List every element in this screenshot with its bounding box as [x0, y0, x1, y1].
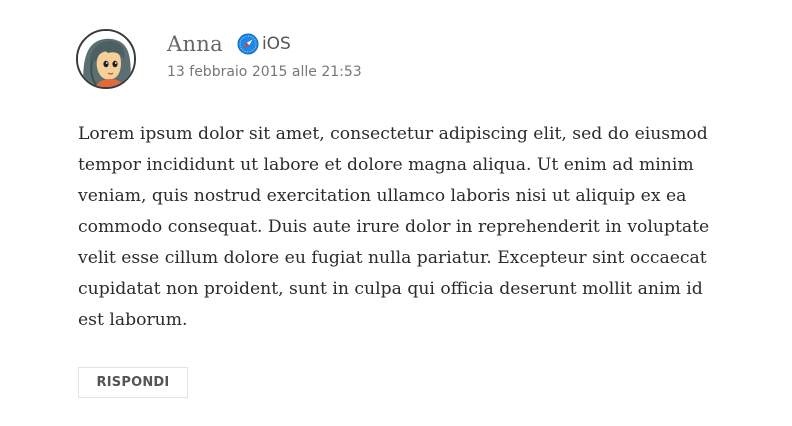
author-line: Anna iOS: [167, 30, 362, 58]
platform-badge: iOS: [237, 33, 291, 55]
comment-meta: Anna iOS 13 febbraio 2015 alle 21:53: [167, 30, 362, 80]
comment-body: Lorem ipsum dolor sit amet, consectetur …: [78, 124, 710, 330]
platform-label: iOS: [261, 34, 291, 54]
author-name[interactable]: Anna: [167, 32, 223, 56]
safari-compass-icon: [237, 33, 259, 55]
author-avatar[interactable]: [76, 29, 136, 89]
comment-date-link[interactable]: 13 febbraio 2015 alle 21:53: [167, 64, 362, 80]
reply-button[interactable]: RISPONDI: [78, 367, 188, 398]
girl-avatar-icon: [78, 31, 134, 87]
comment: Anna iOS 13 febbraio 2015 alle 21:53 Lor…: [0, 0, 792, 426]
